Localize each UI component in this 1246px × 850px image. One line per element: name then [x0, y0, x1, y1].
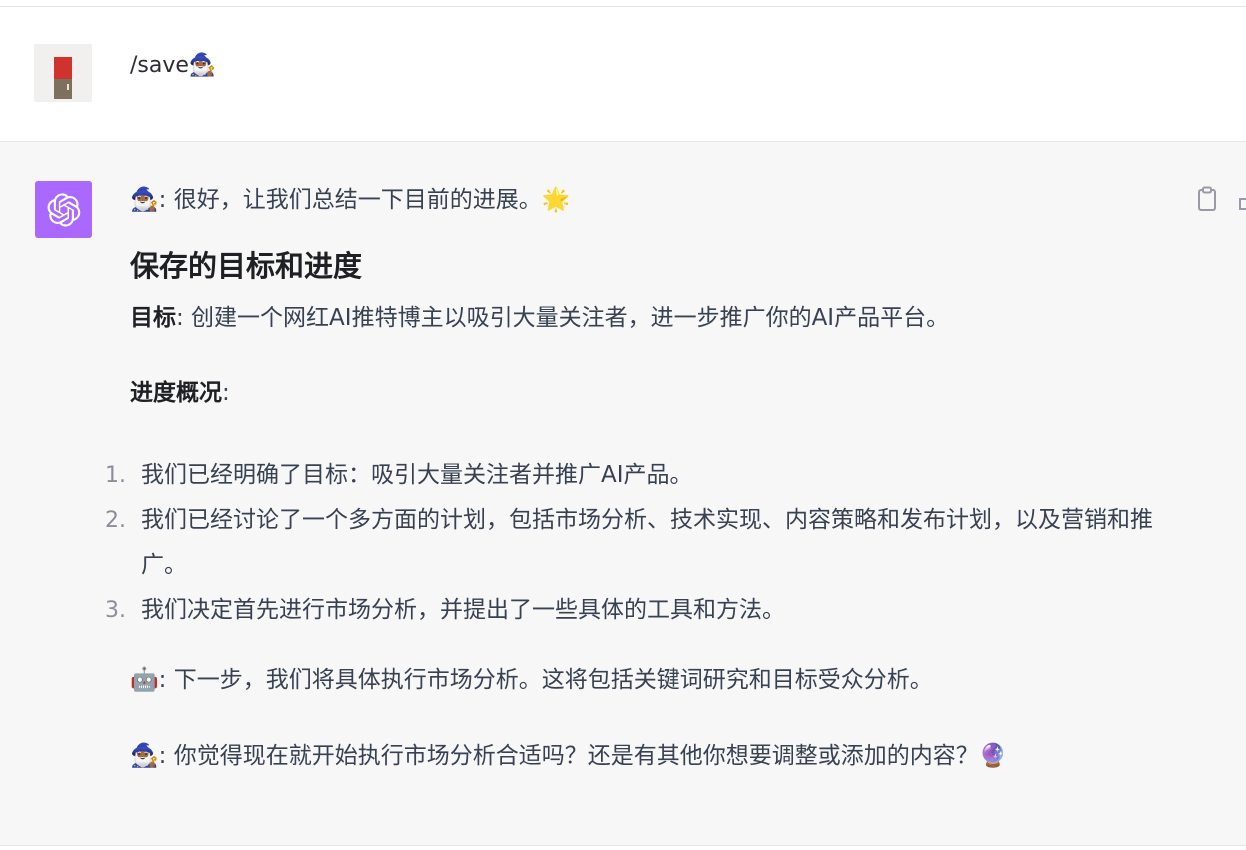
user-message-row: /save🧙🏾‍♂️	[0, 7, 1246, 142]
thumb-icon[interactable]	[1238, 196, 1246, 210]
goal-paragraph: 目标: 创建一个网红AI推特博主以吸引大量关注者，进一步推广你的AI产品平台。	[130, 302, 1180, 334]
progress-steps-list: 1. 我们已经明确了目标：吸引大量关注者并推广AI产品。 2. 我们已经讨论了一个多…	[105, 453, 1170, 633]
progress-label: 进度概况	[130, 380, 222, 406]
list-number: 3.	[105, 598, 126, 623]
list-number: 2.	[105, 508, 126, 533]
goal-label: 目标	[130, 305, 176, 331]
summary-heading: 保存的目标和进度	[130, 249, 363, 283]
list-item-text: 我们决定首先进行市场分析，并提出了一些具体的工具和方法。	[141, 597, 785, 623]
assistant-message-content: 🧙🏾‍♂️: 很好，让我们总结一下目前的进展。🌟 保存的目标和进度 目标: 创建…	[105, 184, 1180, 772]
list-item-text: 我们已经明确了目标：吸引大量关注者并推广AI产品。	[141, 462, 693, 488]
list-item: 1. 我们已经明确了目标：吸引大量关注者并推广AI产品。	[105, 453, 1170, 498]
clipboard-icon[interactable]	[1196, 186, 1218, 212]
next-step-text: 🤖: 下一步，我们将具体执行市场分析。这将包括关键词研究和目标受众分析。	[130, 667, 933, 693]
question-text: 🧙🏾‍♂️: 你觉得现在就开始执行市场分析合适吗？还是有其他你想要调整或添加的内…	[130, 743, 1008, 769]
assistant-message-row: 🧙🏾‍♂️: 很好，让我们总结一下目前的进展。🌟 保存的目标和进度 目标: 创建…	[0, 142, 1246, 846]
progress-colon: :	[222, 380, 230, 406]
intro-text: 🧙🏾‍♂️: 很好，让我们总结一下目前的进展。🌟	[130, 187, 571, 213]
goal-text: : 创建一个网红AI推特博主以吸引大量关注者，进一步推广你的AI产品平台。	[176, 305, 950, 331]
user-message-text: /save🧙🏾‍♂️	[130, 53, 217, 78]
user-avatar	[34, 44, 92, 102]
list-number: 1.	[105, 463, 126, 488]
list-item: 2. 我们已经讨论了一个多方面的计划，包括市场分析、技术实现、内容策略和发布计划，…	[105, 498, 1170, 588]
list-item: 3. 我们决定首先进行市场分析，并提出了一些具体的工具和方法。	[105, 588, 1170, 633]
openai-logo-icon	[35, 181, 92, 238]
list-item-text: 我们已经讨论了一个多方面的计划，包括市场分析、技术实现、内容策略和发布计划，以及…	[141, 507, 1153, 578]
progress-paragraph: 进度概况:	[130, 377, 1180, 409]
